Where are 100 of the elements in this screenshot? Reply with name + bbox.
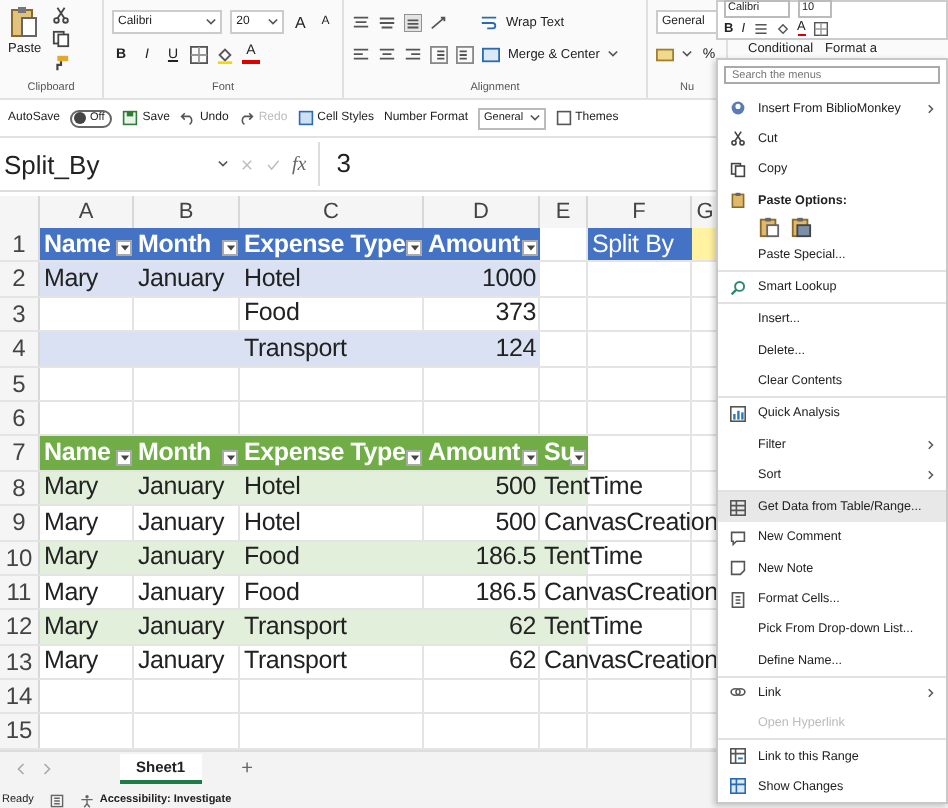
scissors-icon[interactable] <box>51 6 70 24</box>
row-header[interactable]: 9 <box>0 506 40 540</box>
table-cell: Mary <box>44 540 98 575</box>
table-cell: January <box>138 610 225 644</box>
align-icon[interactable] <box>753 21 768 35</box>
changes-icon <box>730 778 746 795</box>
decrease-indent-icon[interactable] <box>430 45 448 63</box>
format-painter-icon[interactable] <box>51 54 70 72</box>
align-bottom-icon[interactable] <box>404 13 422 31</box>
addin-icon <box>730 100 746 117</box>
table-cell: Mary <box>44 610 98 644</box>
table-cell: Transport <box>244 644 347 679</box>
table-header: Name <box>44 436 111 471</box>
currency-icon[interactable] <box>656 45 674 63</box>
table-cell: TentTime <box>544 540 643 575</box>
align-left-icon[interactable] <box>352 45 370 63</box>
table-cell: Mary <box>44 470 98 505</box>
table-cell: CanvasCreation <box>544 575 718 610</box>
filter-button[interactable] <box>522 240 538 257</box>
search-icon <box>730 279 746 296</box>
table-header: Expense Type <box>244 436 406 471</box>
table-cell: 62 <box>508 644 536 679</box>
row-header[interactable]: 6 <box>0 401 40 435</box>
row-header[interactable]: 10 <box>0 541 40 574</box>
table-cell: TentTime <box>544 470 643 505</box>
caret-icon <box>206 18 217 26</box>
table-cell: Transport <box>244 610 347 644</box>
row-header[interactable]: 15 <box>0 714 40 748</box>
scissors-icon <box>730 130 746 147</box>
borders-icon[interactable] <box>190 45 208 63</box>
table-header: Name <box>44 227 111 262</box>
align-right-icon[interactable] <box>404 45 422 63</box>
table-cell: 186.5 <box>475 575 536 610</box>
row-header[interactable]: 3 <box>0 297 40 331</box>
filter-button[interactable] <box>406 449 422 466</box>
filter-button[interactable] <box>570 449 586 466</box>
row-header[interactable]: 2 <box>0 262 40 296</box>
table-cell: Mary <box>44 644 98 679</box>
format-cells-icon <box>730 591 746 608</box>
filter-button[interactable] <box>116 449 132 466</box>
cancel-icon <box>240 157 254 171</box>
table-cell: 124 <box>495 331 536 366</box>
filter-button[interactable] <box>522 449 538 466</box>
paste-option-icon[interactable] <box>758 216 780 239</box>
merge-icon <box>482 45 500 63</box>
row-header[interactable]: 13 <box>0 645 40 679</box>
table-header: Month <box>138 436 211 471</box>
align-middle-icon[interactable] <box>378 13 396 31</box>
filter-button[interactable] <box>222 240 238 257</box>
row-header[interactable]: 7 <box>0 436 40 470</box>
table-cell: 373 <box>495 296 536 331</box>
copy-icon[interactable] <box>51 30 70 48</box>
table-cell: 500 <box>495 470 536 505</box>
paste-option-icon[interactable] <box>790 216 812 239</box>
row-header[interactable]: 14 <box>0 680 40 713</box>
row-header[interactable]: 11 <box>0 575 40 609</box>
add-sheet-button[interactable]: + <box>241 758 253 781</box>
save-icon <box>122 110 139 126</box>
accessibility-icon <box>79 793 94 808</box>
cell-label: Split By <box>592 227 674 262</box>
table-cell: Food <box>244 296 300 331</box>
fill-color-icon[interactable] <box>216 45 234 63</box>
borders-icon[interactable] <box>813 21 828 35</box>
grow-font-button[interactable]: A <box>291 13 309 31</box>
table-cell: CanvasCreation <box>544 505 718 540</box>
table-cell: Food <box>244 575 300 610</box>
orientation-icon[interactable] <box>430 13 448 31</box>
filter-button[interactable] <box>116 240 132 257</box>
clipboard-icon <box>10 6 39 38</box>
align-top-icon[interactable] <box>352 13 370 31</box>
row-header[interactable]: 5 <box>0 367 40 400</box>
row-header[interactable]: 12 <box>0 610 40 644</box>
table-cell: January <box>138 505 225 540</box>
table-cell: Mary <box>44 505 98 540</box>
filter-button[interactable] <box>222 449 238 466</box>
filter-button[interactable] <box>406 240 422 257</box>
table-cell: Mary <box>44 262 98 297</box>
table-cell: Hotel <box>244 470 301 505</box>
table-cell: CanvasCreation <box>544 644 718 679</box>
caret-icon <box>267 18 278 26</box>
table-header: Amount <box>428 436 521 471</box>
macro-icon <box>49 793 64 808</box>
row-header[interactable]: 8 <box>0 471 40 505</box>
increase-indent-icon[interactable] <box>456 45 474 63</box>
table-cell: January <box>138 470 225 505</box>
insert-function-button[interactable]: fx <box>292 153 307 175</box>
table-cell: Hotel <box>244 262 301 297</box>
align-center-icon[interactable] <box>378 45 396 63</box>
row-header[interactable]: 4 <box>0 332 40 366</box>
table-header: Amount <box>428 227 521 262</box>
table-cell: Transport <box>244 331 347 366</box>
comment-icon <box>730 529 746 546</box>
range-link-icon <box>730 748 746 765</box>
caret-icon <box>607 50 618 58</box>
fill-color-icon[interactable] <box>775 21 790 35</box>
copy-icon <box>730 161 746 178</box>
row-header[interactable]: 1 <box>0 228 40 261</box>
name-box[interactable]: Split_By <box>0 149 228 179</box>
caret-icon <box>218 160 228 168</box>
caret-icon <box>529 114 540 122</box>
